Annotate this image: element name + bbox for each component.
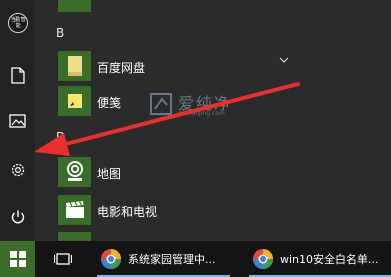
- taskbar-item-browser-1[interactable]: 系统家园管理中...: [100, 241, 216, 277]
- picture-icon: [9, 114, 26, 128]
- settings-button[interactable]: [0, 153, 35, 187]
- gear-icon: [11, 163, 24, 177]
- documents-button[interactable]: [0, 58, 35, 92]
- chevron-down-icon[interactable]: [279, 57, 289, 64]
- task-view-button[interactable]: [54, 241, 72, 277]
- taskbar-item-label: 系统家园管理中...: [128, 253, 216, 266]
- app-label-maps[interactable]: 地图: [97, 165, 121, 182]
- maps-icon: [66, 161, 83, 181]
- app-tile-partial[interactable]: [58, 0, 91, 12]
- taskbar: 系统家园管理中... win10安全白名单...: [0, 241, 391, 277]
- folder-icon: [67, 56, 82, 76]
- section-header-b[interactable]: B: [56, 26, 64, 40]
- browser-icon: [253, 249, 273, 269]
- task-view-icon: [54, 253, 72, 265]
- app-item-maps[interactable]: [58, 157, 91, 187]
- start-menu-rail: 当勤 智能: [0, 0, 35, 241]
- power-button[interactable]: [0, 200, 35, 234]
- app-item-movies-tv[interactable]: [58, 195, 91, 225]
- power-icon: [11, 210, 24, 224]
- taskbar-item-browser-2[interactable]: win10安全白名单...: [252, 241, 379, 277]
- start-button[interactable]: [0, 241, 35, 277]
- app-label-movies-tv[interactable]: 电影和电视: [97, 203, 157, 220]
- app-tile-partial-bottom[interactable]: [58, 232, 91, 241]
- watermark-icon: [150, 93, 172, 115]
- movies-tv-icon: [65, 201, 84, 218]
- windows-logo-icon: [9, 251, 26, 267]
- sticky-notes-icon: [67, 94, 82, 108]
- user-avatar[interactable]: 当勤 智能: [8, 13, 28, 33]
- browser-icon: [101, 249, 121, 269]
- app-label-baidu-netdisk[interactable]: 百度网盘: [97, 59, 145, 76]
- watermark-subtitle: aichunjing.com: [179, 110, 225, 117]
- app-list: B 百度网盘 便笺 D 地图 电影和电视: [48, 0, 308, 241]
- pictures-button[interactable]: [0, 104, 35, 138]
- document-icon: [10, 66, 25, 84]
- app-item-baidu-netdisk[interactable]: [58, 51, 91, 81]
- taskbar-item-label: win10安全白名单...: [280, 253, 379, 266]
- section-header-d[interactable]: D: [56, 130, 65, 144]
- app-label-sticky-notes[interactable]: 便笺: [97, 94, 121, 111]
- watermark-logo: 爱纯净 aichunjing.com: [148, 88, 248, 120]
- app-item-sticky-notes[interactable]: [58, 86, 91, 116]
